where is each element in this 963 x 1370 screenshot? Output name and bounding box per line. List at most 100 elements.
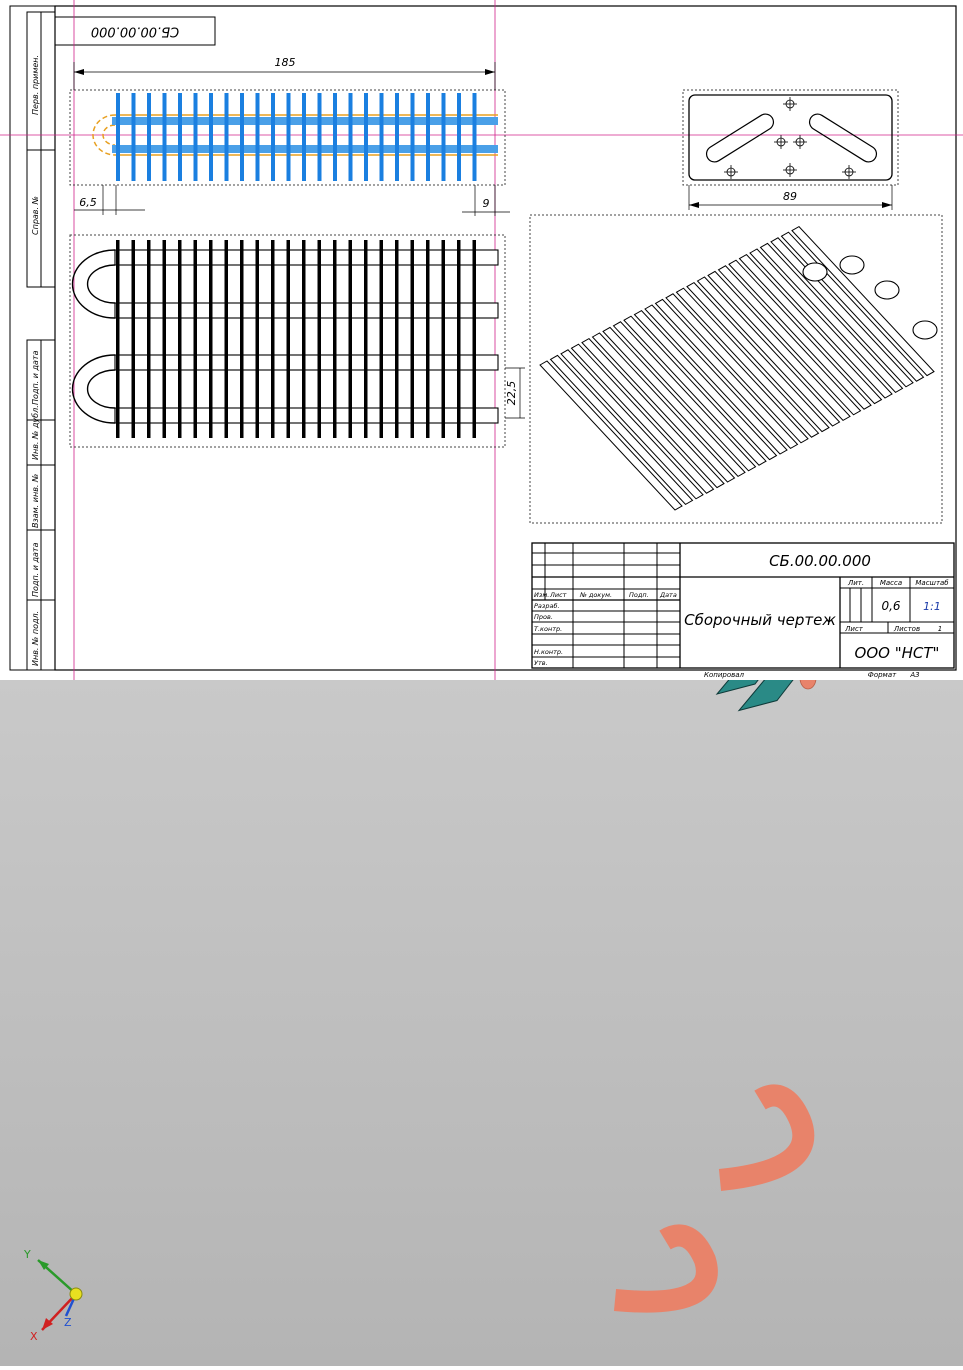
3d-model-canvas[interactable]: Y X Z [0, 17, 963, 1366]
top-fin [286, 93, 291, 181]
title-sheet-label: Лист [844, 625, 864, 633]
title-mass-label: Масса [880, 579, 902, 587]
front-tube [114, 302, 499, 319]
col-izm: Изм. [534, 591, 549, 599]
front-fin [271, 240, 275, 438]
axis-x-label: X [30, 1330, 38, 1343]
front-fin [224, 240, 228, 438]
role-nkontr: Н.контр. [534, 648, 563, 656]
title-copied: Копировал [704, 671, 745, 679]
top-fin [364, 93, 368, 181]
flange-view[interactable] [682, 89, 899, 186]
front-fin [147, 240, 151, 438]
top-fin [178, 93, 182, 181]
axis-z-label: Z [64, 1316, 72, 1329]
top-fin [162, 93, 167, 181]
title-sheets: 1 [938, 625, 942, 633]
front-fin [302, 240, 306, 438]
top-fin [302, 93, 306, 181]
title-format-label: Формат [868, 671, 897, 679]
front-fin [240, 240, 244, 438]
top-fin [457, 93, 461, 181]
side-label-podp1: Подп. и дата [31, 350, 40, 405]
title-format-value: А3 [909, 671, 919, 679]
front-fin [162, 240, 166, 438]
dim-pitch: 22,5 [505, 381, 518, 406]
title-scale-label: Масштаб [915, 579, 949, 587]
col-list: Лист [549, 591, 567, 599]
top-fin [131, 93, 136, 181]
top-fin [147, 93, 151, 181]
front-fin [395, 240, 399, 438]
front-tube [114, 249, 499, 266]
dim-flange-width: 89 [783, 190, 797, 203]
front-fin [333, 240, 337, 438]
top-fin [333, 93, 337, 181]
front-fin [441, 240, 445, 438]
front-fin [131, 240, 135, 438]
front-fin [426, 240, 430, 438]
front-fin [410, 240, 414, 438]
front-tube [114, 354, 499, 371]
front-fin [317, 240, 321, 438]
top-fin [224, 93, 229, 181]
top-fin [317, 93, 322, 181]
top-fin [426, 93, 430, 181]
top-fin [472, 93, 477, 181]
col-doc: № докум. [579, 591, 612, 599]
title-sheets-label: Листов [893, 625, 920, 633]
drawing-canvas: Перв. примен. Справ. № Подп. и дата Инв.… [0, 0, 963, 680]
front-fin [457, 240, 461, 438]
isometric-view[interactable] [529, 214, 943, 524]
front-fin [286, 240, 290, 438]
title-designation: СБ.00.00.000 [769, 552, 871, 570]
dim-overall-length: 185 [275, 56, 296, 69]
top-view[interactable] [69, 89, 506, 186]
fin [715, 468, 923, 695]
top-fin [441, 93, 446, 181]
fin [737, 485, 945, 712]
side-label-podl: Инв. № подл. [31, 611, 40, 666]
dim-right-offset: 9 [483, 197, 490, 210]
role-tkontr: Т.контр. [534, 625, 562, 633]
title-scale: 1:1 [923, 600, 941, 613]
side-label-sprav: Справ. № [31, 196, 40, 235]
front-tube [114, 407, 499, 424]
front-fin [472, 240, 476, 438]
front-fin [364, 240, 368, 438]
tube-segment [799, 666, 817, 690]
front-fin [348, 240, 352, 438]
side-label-dubl: Инв. № дубл. [31, 405, 40, 460]
3d-viewport[interactable]: Y X Z [0, 17, 963, 1366]
top-fin [410, 93, 415, 181]
top-fin [116, 93, 120, 181]
front-fin [379, 240, 383, 438]
front-fin [209, 240, 213, 438]
title-lit-label: Лит. [847, 579, 864, 587]
drawing-sheet: Перв. примен. Справ. № Подп. и дата Инв.… [0, 0, 963, 680]
role-prov: Пров. [534, 613, 553, 621]
col-data: Дата [659, 591, 677, 599]
rotated-designation: СБ.00.00.000 [91, 24, 179, 39]
dim-left-offset: 6,5 [79, 196, 97, 209]
top-fin [193, 93, 198, 181]
side-label-podp2: Подп. и дата [31, 542, 40, 597]
top-fin [395, 93, 399, 181]
top-fin [209, 93, 213, 181]
front-fin [116, 240, 120, 438]
side-label-perv: Перв. примен. [31, 55, 40, 115]
front-view[interactable] [69, 234, 506, 448]
radiator-model[interactable] [139, 17, 945, 1313]
u-bend [613, 1224, 718, 1313]
front-fin [255, 240, 259, 438]
title-name: Сборочный чертеж [684, 611, 836, 629]
top-fin [348, 93, 353, 181]
top-fin [271, 93, 275, 181]
role-utv: Утв. [534, 659, 548, 667]
top-fin [240, 93, 244, 181]
front-fin [193, 240, 197, 438]
title-mass: 0,6 [881, 599, 900, 613]
axis-triad: Y X Z [23, 1248, 83, 1343]
front-fin [178, 240, 182, 438]
col-podp: Подп. [629, 591, 649, 599]
